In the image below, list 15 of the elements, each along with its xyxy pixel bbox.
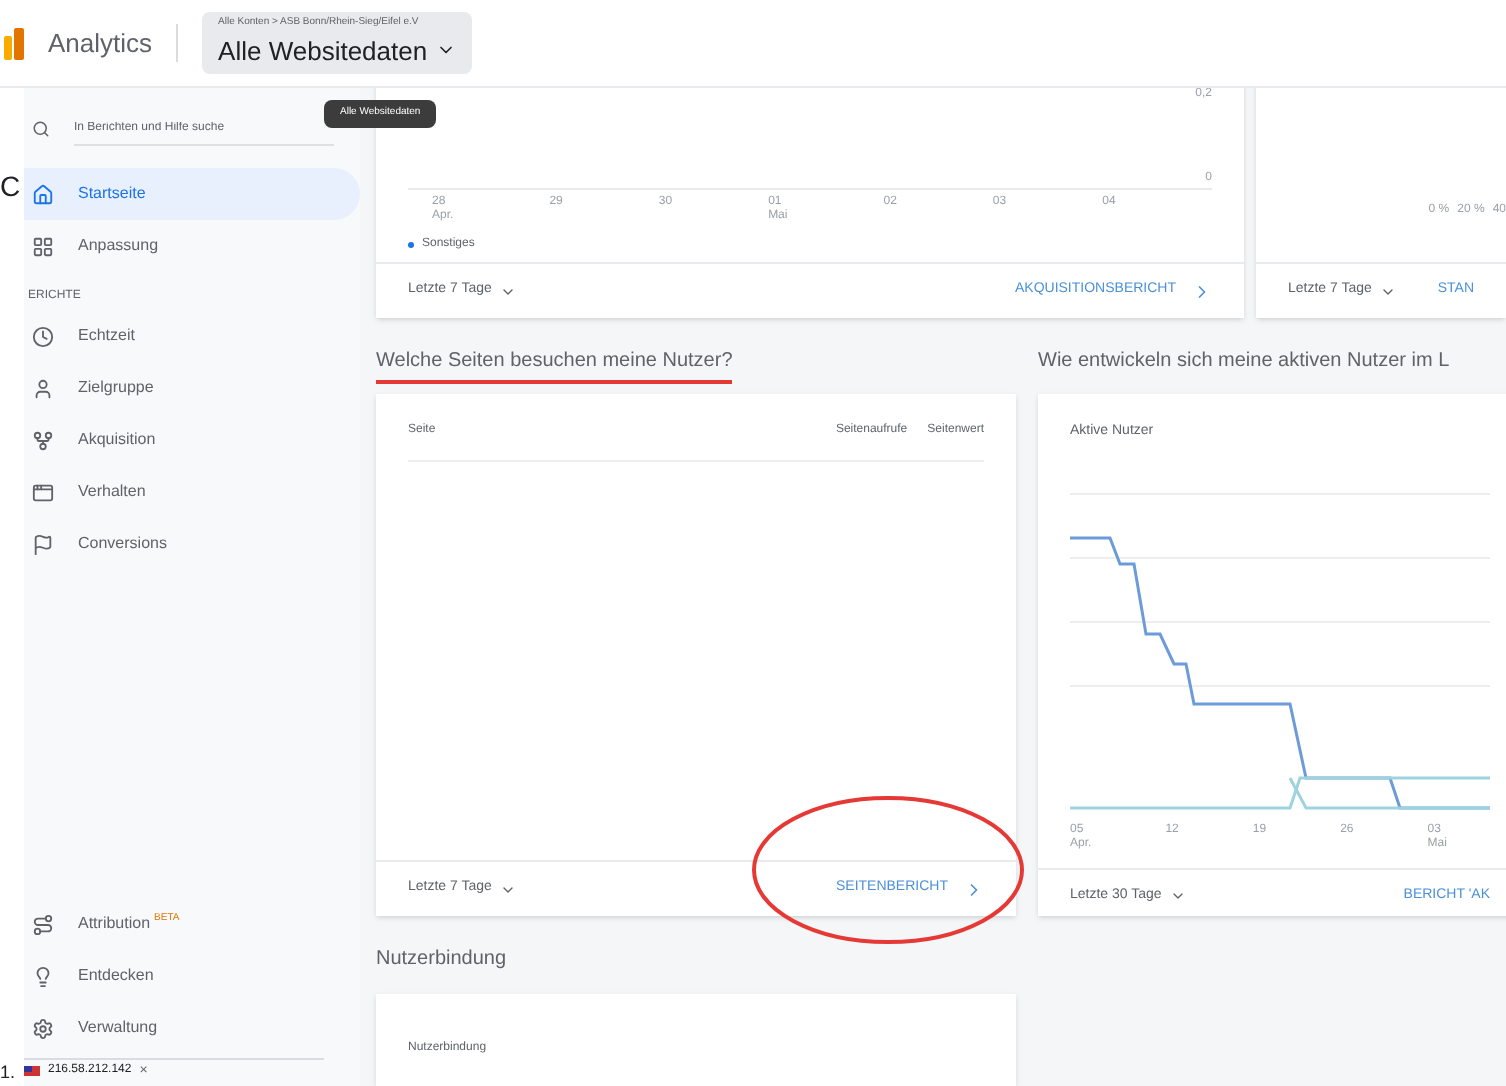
nav-item[interactable]: Verwaltung	[24, 1002, 360, 1054]
nav-item[interactable]: Echtzeit	[24, 310, 360, 362]
section-heading: Nutzerbindung	[376, 946, 509, 974]
nav-item[interactable]: Entdecken	[24, 950, 360, 1002]
nav-item[interactable]: Startseite	[24, 168, 360, 220]
edge-letter: 1.	[0, 1064, 18, 1082]
nav-item[interactable]: Anpassung	[24, 220, 360, 272]
section-heading: Welche Seiten besuchen meine Nutzer?	[376, 346, 733, 384]
section-heading: Wie entwickeln sich meine aktiven Nutzer im L	[1038, 348, 1450, 376]
nav-item[interactable]: Zielgruppe	[24, 362, 360, 414]
nav-item[interactable]: Verhalten	[24, 466, 360, 518]
edge-letter: C	[0, 172, 23, 200]
nav-item[interactable]: Akquisition	[24, 414, 360, 466]
app-title: Analytics	[48, 23, 179, 63]
nav-item[interactable]: Conversions	[24, 518, 360, 570]
